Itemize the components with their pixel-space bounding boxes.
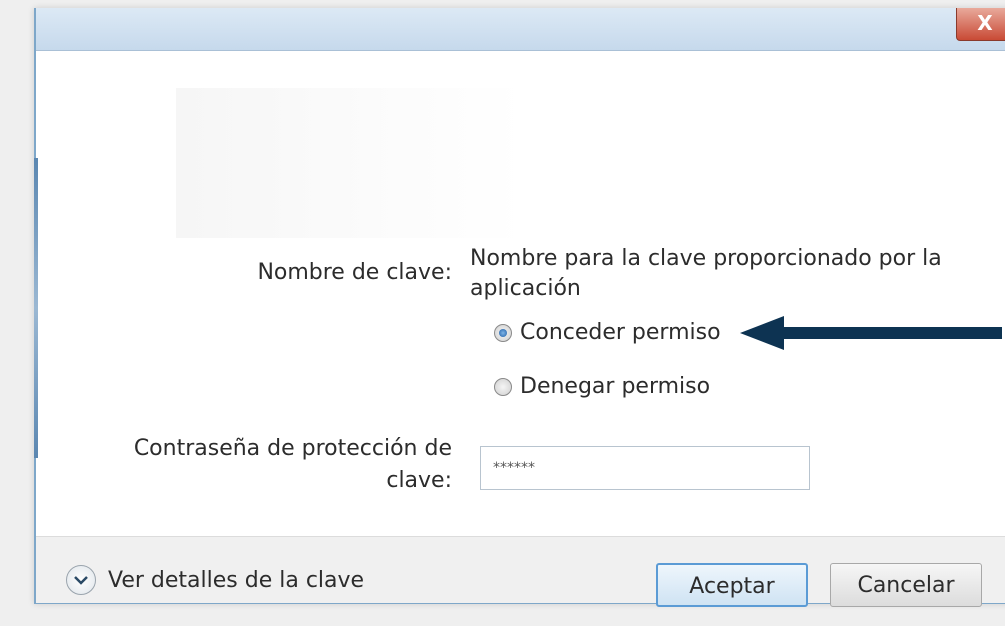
password-label-line1: Contraseña de protección de [133,436,452,461]
window-edge-strip [34,158,38,458]
radio-unchecked-icon[interactable] [494,377,512,396]
radio-grant-label: Conceder permiso [520,320,721,345]
dialog-window: X Nombre de clave: Nombre para la clave … [34,8,1005,607]
close-icon: X [977,11,993,35]
faded-background-graphic [176,88,756,238]
password-input[interactable] [480,446,810,490]
radio-deny-permission[interactable]: Denegar permiso [494,374,710,399]
key-name-label: Nombre de clave: [257,260,452,285]
key-name-value: Nombre para la clave proporcionado por l… [470,246,942,301]
radio-deny-label: Denegar permiso [520,374,711,399]
title-bar: X [36,8,1005,51]
chevron-down-icon[interactable] [66,565,96,595]
radio-checked-icon[interactable] [494,323,512,342]
accept-button[interactable]: Aceptar [656,563,808,607]
annotation-arrow-icon [740,316,1002,350]
details-toggle[interactable]: Ver detalles de la clave [66,565,364,595]
password-label-line2: clave: [386,468,452,493]
close-button[interactable]: X [956,8,1005,41]
cancel-button[interactable]: Cancelar [830,563,982,607]
details-label: Ver detalles de la clave [108,567,365,593]
radio-grant-permission[interactable]: Conceder permiso [494,320,721,345]
dialog-footer: Ver detalles de la clave Aceptar Cancela… [36,536,1005,607]
